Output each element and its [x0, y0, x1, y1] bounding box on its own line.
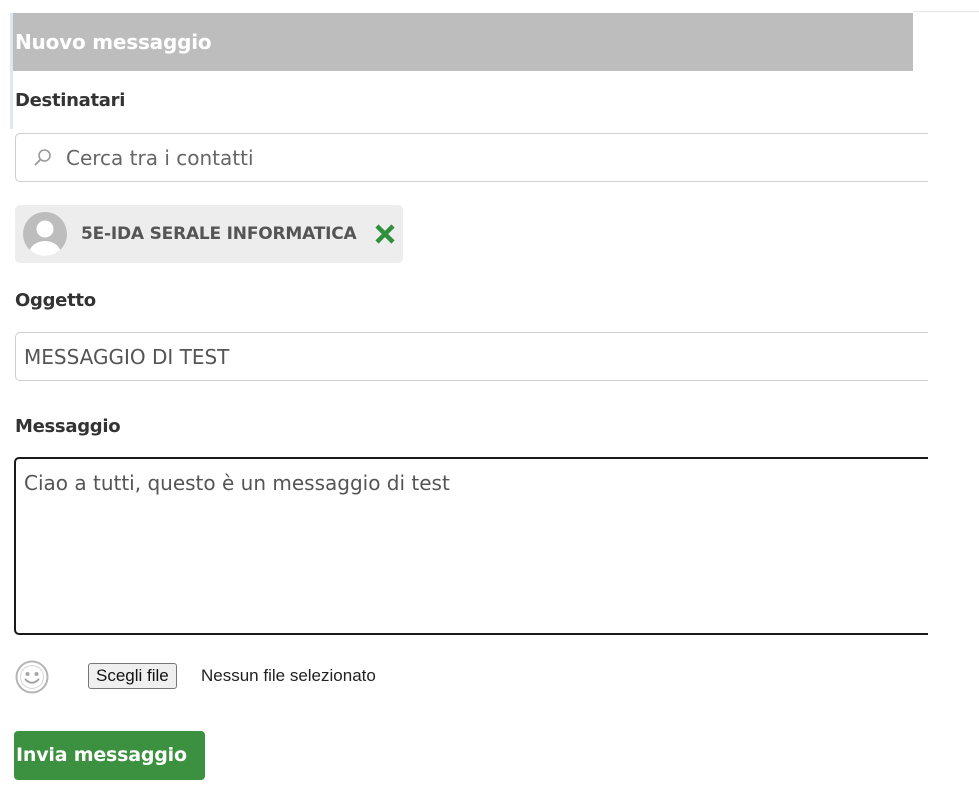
- smiley-icon[interactable]: [15, 660, 49, 694]
- choose-file-button[interactable]: Scegli file: [88, 663, 177, 689]
- viewport-clip: [928, 120, 979, 650]
- top-divider: [913, 11, 979, 12]
- contact-search-box[interactable]: [15, 133, 945, 182]
- close-icon[interactable]: [374, 223, 396, 245]
- message-textarea[interactable]: Ciao a tutti, questo è un messaggio di t…: [14, 457, 954, 635]
- message-label: Messaggio: [15, 416, 121, 437]
- recipient-chip: 5E-IDA SERALE INFORMATICA: [15, 205, 403, 263]
- recipients-label: Destinatari: [15, 90, 126, 111]
- page-title: Nuovo messaggio: [13, 13, 913, 71]
- recipient-name: 5E-IDA SERALE INFORMATICA: [81, 224, 357, 244]
- search-icon: [34, 149, 51, 166]
- subject-input[interactable]: [24, 333, 924, 380]
- message-text[interactable]: Ciao a tutti, questo è un messaggio di t…: [24, 471, 450, 495]
- new-message-page: Nuovo messaggio Destinatari 5E-IDA SERAL…: [0, 0, 979, 799]
- subject-field[interactable]: [15, 332, 945, 381]
- subject-label: Oggetto: [15, 290, 96, 311]
- file-status: Nessun file selezionato: [201, 666, 376, 685]
- avatar-placeholder-icon: [23, 212, 67, 256]
- contact-search-input[interactable]: [66, 134, 926, 181]
- send-message-button[interactable]: Invia messaggio: [14, 731, 205, 780]
